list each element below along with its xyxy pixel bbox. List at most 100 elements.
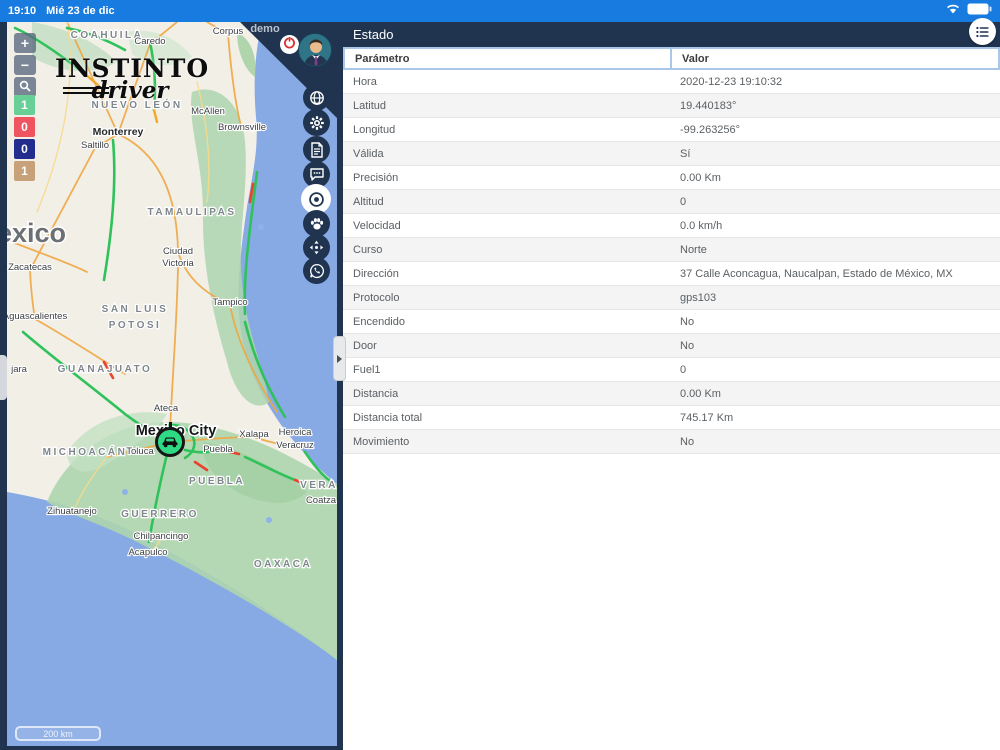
map-label: MICHOACÁN (43, 445, 128, 458)
param-value: 37 Calle Aconcagua, Naucalpan, Estado de… (680, 267, 953, 280)
map-canvas: COAHUILA NUEVO LEÓN TAMAULIPAS SAN LUIS POTO… (7, 22, 337, 746)
search-icon (19, 79, 31, 95)
report-document-icon (310, 141, 323, 158)
chat-bubble-icon (309, 168, 324, 181)
param-label: Encendido (353, 315, 405, 328)
table-row: Curso Norte (343, 238, 1000, 262)
menu-button[interactable] (969, 18, 996, 45)
status-panel-header: Estado (343, 18, 1000, 47)
map-label: Saltillo (81, 140, 109, 151)
gear-icon (309, 115, 324, 130)
nav-settings-button[interactable] (303, 109, 330, 136)
param-label: Curso (353, 243, 383, 256)
param-value: No (680, 315, 695, 328)
nav-reports-button[interactable] (303, 136, 330, 163)
map-label: NUEVO LEÓN (91, 98, 182, 111)
param-value: 0.0 km/h (680, 219, 723, 232)
whatsapp-icon (309, 263, 324, 278)
map-label: exico (7, 218, 66, 248)
device-count-badge[interactable]: 1 (14, 161, 35, 181)
param-label: Longitud (353, 123, 396, 136)
map-label: Corpus (213, 26, 244, 37)
table-row: Altitud 0 (343, 190, 1000, 214)
param-label: Protocolo (353, 291, 400, 304)
zoom-out-button[interactable]: − (14, 55, 36, 75)
map-label: POTOSI (109, 320, 162, 331)
map-search-button[interactable] (14, 77, 36, 97)
param-value: No (680, 435, 695, 448)
globe-icon (309, 90, 324, 105)
param-value: 0 (680, 195, 687, 208)
table-row: Protocolo gps103 (343, 286, 1000, 310)
table-row: Válida Sí (343, 142, 1000, 166)
column-header-valor: Valor (670, 47, 1000, 70)
param-label: Dirección (353, 267, 399, 280)
status-target-icon (308, 191, 324, 207)
map-scale-bar: 200 km (15, 726, 101, 741)
nav-pets-button[interactable] (303, 210, 330, 237)
map-label: Zihuatanejo (47, 506, 97, 517)
device-count-badge[interactable]: 0 (14, 117, 35, 137)
nav-globe-button[interactable] (303, 84, 330, 111)
map-label: Xalapa (239, 429, 269, 440)
param-value: 0.00 Km (680, 387, 721, 400)
map-label: Toluca (126, 446, 154, 457)
list-menu-icon (976, 26, 989, 37)
user-avatar[interactable] (298, 33, 332, 67)
param-value: 19.440183° (680, 99, 737, 112)
column-header-parametro: Parámetro (343, 47, 672, 70)
app-screen: 19:10 Mié 23 de dic COAHUILA NUEVO LEÓN … (0, 0, 1000, 750)
map-label: SAN LUIS (102, 304, 169, 315)
map-label: COAHUILA (71, 30, 144, 41)
table-row: Hora 2020-12-23 19:10:32 (343, 70, 1000, 94)
map-label: VERA (300, 480, 337, 491)
table-row: Door No (343, 334, 1000, 358)
move-arrows-icon (309, 240, 324, 255)
map-label: McAllen (191, 106, 225, 117)
map-label: Caredo (134, 36, 165, 47)
status-panel: Estado Parámetro Valor Hora 2020-12-23 19… (343, 18, 1000, 750)
map-label: Brownsville (218, 122, 266, 133)
panel-toggle-handle[interactable] (333, 336, 346, 381)
power-icon (283, 36, 296, 54)
map-label: GUANAJUATO (58, 364, 153, 375)
map-label: PUEBLA (189, 476, 245, 487)
map-label: jara (10, 364, 28, 375)
wifi-icon (945, 2, 961, 20)
param-value: No (680, 339, 695, 352)
param-label: Altitud (353, 195, 384, 208)
nav-whatsapp-button[interactable] (303, 257, 330, 284)
table-row: Dirección 37 Calle Aconcagua, Naucalpan, … (343, 262, 1000, 286)
param-value: 0 (680, 363, 687, 376)
table-row: Latitud 19.440183° (343, 94, 1000, 118)
status-table-body: Hora 2020-12-23 19:10:32 Latitud 19.440183°… (343, 70, 1000, 454)
param-label: Distancia total (353, 411, 423, 424)
logout-button[interactable] (280, 35, 299, 54)
device-count-badge[interactable]: 0 (14, 139, 35, 159)
map-label: Aguascalientes (7, 311, 67, 322)
param-value: Sí (680, 147, 691, 160)
username-label: demo (250, 23, 280, 35)
table-row: Precisión 0.00 Km (343, 166, 1000, 190)
zoom-in-button[interactable]: + (14, 33, 36, 53)
map[interactable]: COAHUILA NUEVO LEÓN TAMAULIPAS SAN LUIS POTO… (7, 22, 337, 746)
param-label: Movimiento (353, 435, 410, 448)
param-label: Door (353, 339, 377, 352)
param-label: Válida (353, 147, 384, 160)
device-count-badge[interactable]: 1 (14, 95, 35, 115)
param-label: Fuel1 (353, 363, 381, 376)
car-icon (162, 437, 178, 448)
map-label: Coatza (306, 495, 337, 506)
param-label: Precisión (353, 171, 399, 184)
map-label: Puebla (203, 444, 233, 455)
param-label: Velocidad (353, 219, 401, 232)
collapse-left-handle[interactable] (0, 355, 7, 400)
table-row: Longitud -99.263256° (343, 118, 1000, 142)
param-value: 0.00 Km (680, 171, 721, 184)
param-label: Hora (353, 75, 377, 88)
status-date: Mié 23 de dic (46, 5, 115, 17)
map-label: Veracruz (276, 440, 314, 451)
param-value: 745.17 Km (680, 411, 734, 424)
vehicle-marker[interactable] (155, 422, 185, 457)
map-label: Victoria (162, 258, 194, 269)
